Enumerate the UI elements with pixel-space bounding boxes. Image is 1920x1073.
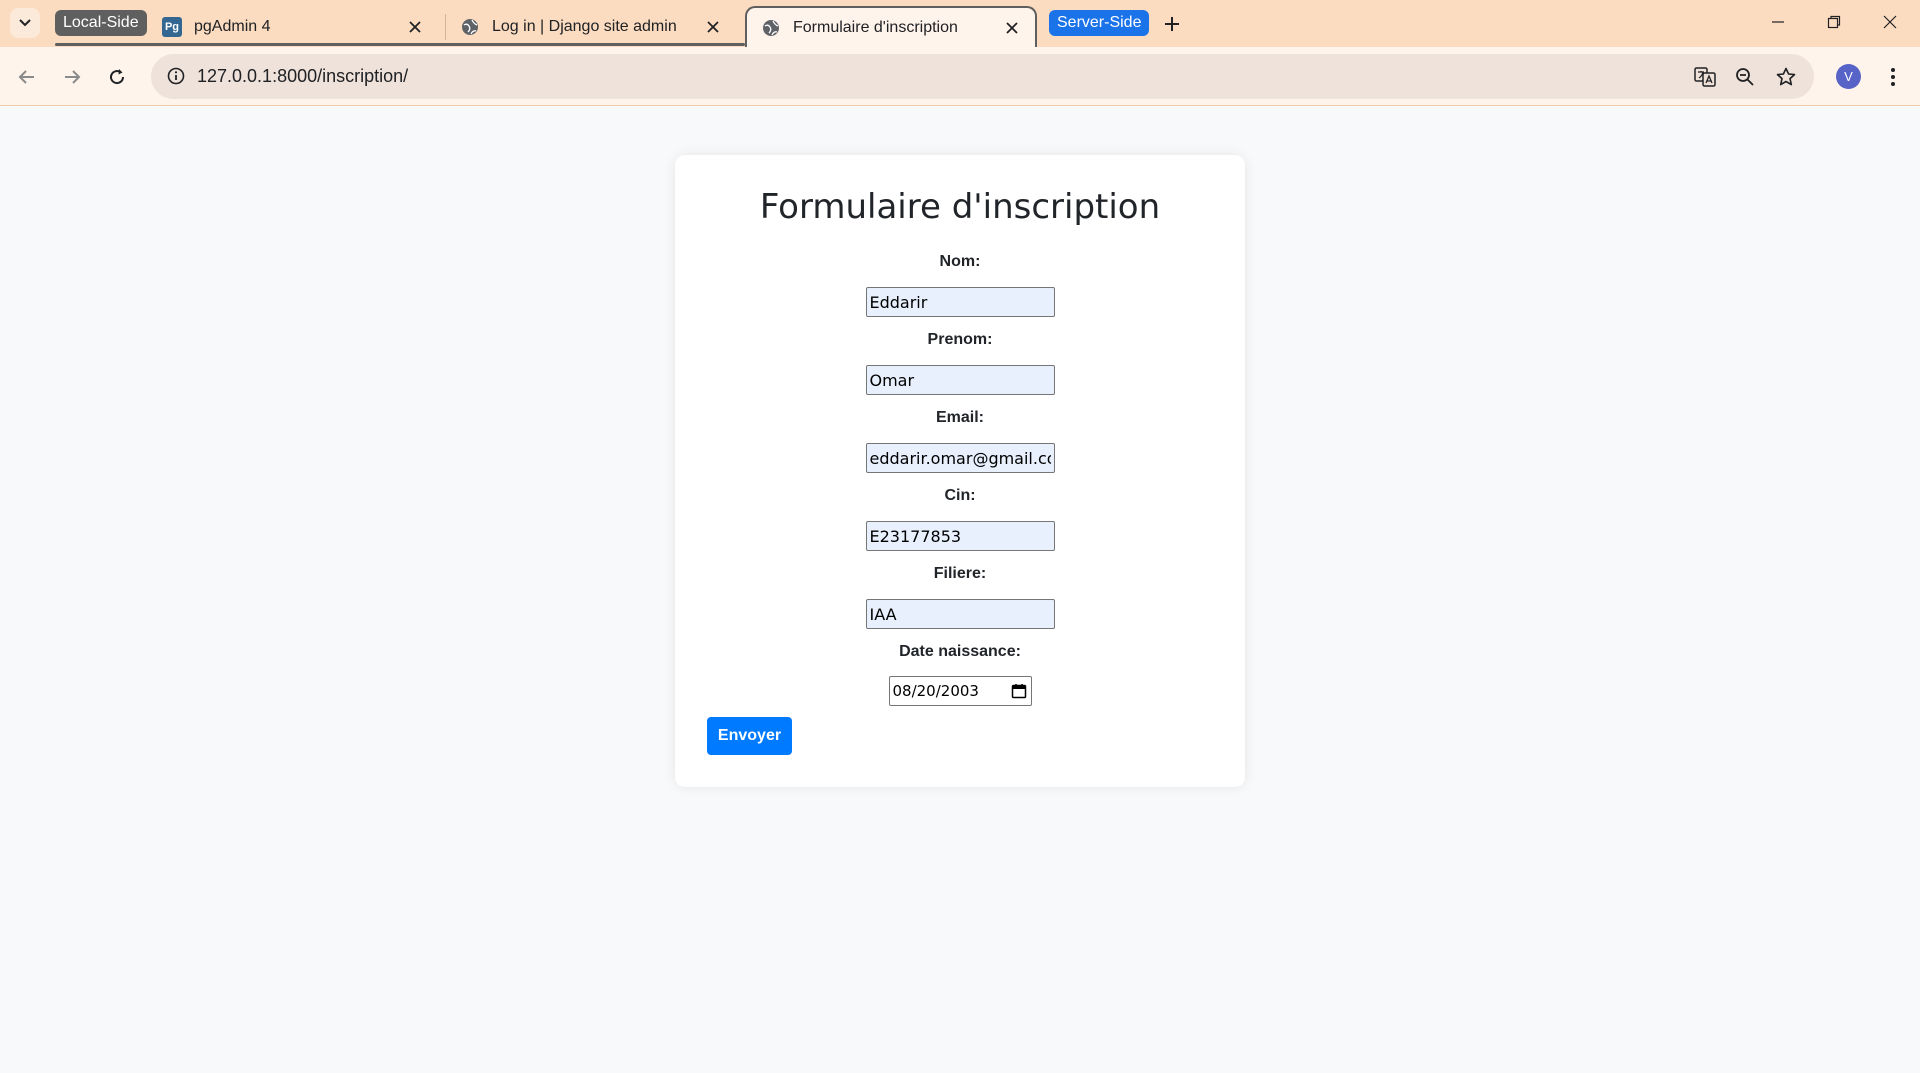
- browser-menu-button[interactable]: [1878, 60, 1908, 94]
- forward-button[interactable]: [55, 60, 89, 94]
- nom-input[interactable]: [865, 287, 1055, 317]
- field-email: Email:: [675, 408, 1245, 473]
- close-window-button[interactable]: [1862, 0, 1918, 44]
- cin-input[interactable]: [865, 521, 1055, 551]
- date-value: 08/20/2003: [892, 682, 979, 700]
- restore-icon: [1827, 15, 1841, 29]
- tab-search-button[interactable]: [10, 8, 40, 38]
- tab-formulaire-inscription[interactable]: Formulaire d'inscription: [745, 6, 1037, 47]
- tab-pgadmin[interactable]: Pg pgAdmin 4: [148, 6, 438, 47]
- url-text: 127.0.0.1:8000/inscription/: [197, 66, 409, 86]
- globe-icon: [460, 17, 480, 37]
- close-icon[interactable]: [702, 16, 724, 38]
- tab-django-admin[interactable]: Log in | Django site admin: [446, 6, 736, 47]
- calendar-icon[interactable]: [1011, 683, 1027, 699]
- close-icon[interactable]: [404, 16, 426, 38]
- close-icon[interactable]: [1001, 17, 1023, 39]
- nom-label: Nom:: [939, 253, 981, 270]
- registration-card: Formulaire d'inscription Nom: Prenom: Em…: [675, 155, 1245, 787]
- minimize-icon: [1772, 21, 1784, 23]
- tab-title: Formulaire d'inscription: [793, 18, 958, 36]
- pgadmin-icon: Pg: [162, 16, 182, 37]
- tab-title: pgAdmin 4: [194, 17, 271, 35]
- browser-toolbar: 127.0.0.1:8000/inscription/ V: [0, 47, 1920, 106]
- arrow-left-icon: [18, 70, 34, 84]
- date-naissance-input[interactable]: 08/20/2003: [888, 676, 1032, 706]
- new-tab-button[interactable]: [1158, 10, 1186, 38]
- more-vertical-icon: [1891, 68, 1895, 86]
- tab-strip: Local-Side Pg pgAdmin 4 Log in | Django …: [0, 0, 1920, 47]
- field-nom: Nom:: [675, 252, 1245, 317]
- globe-icon: [761, 18, 781, 38]
- page-title: Formulaire d'inscription: [759, 187, 1161, 227]
- reload-button[interactable]: [100, 60, 134, 94]
- restore-button[interactable]: [1806, 0, 1862, 44]
- envoyer-button[interactable]: Envoyer: [707, 717, 792, 755]
- tab-title: Log in | Django site admin: [492, 17, 677, 35]
- prenom-label: Prenom:: [927, 331, 993, 348]
- email-input[interactable]: [865, 443, 1055, 473]
- email-label: Email:: [935, 409, 984, 426]
- reload-icon: [110, 69, 125, 85]
- tab-group-server-side[interactable]: Server-Side: [1049, 10, 1150, 36]
- field-cin: Cin:: [675, 486, 1245, 551]
- tab-group-local-side[interactable]: Local-Side: [55, 10, 147, 36]
- date-naissance-label: Date naissance:: [899, 643, 1021, 660]
- close-icon: [1883, 15, 1897, 29]
- field-date-naissance: Date naissance: 08/20/2003: [675, 642, 1245, 706]
- address-bar[interactable]: 127.0.0.1:8000/inscription/: [151, 54, 1814, 99]
- minimize-button[interactable]: [1750, 0, 1806, 44]
- bookmark-star-icon[interactable]: [1771, 62, 1801, 92]
- zoom-icon[interactable]: [1730, 62, 1760, 92]
- field-prenom: Prenom:: [675, 330, 1245, 395]
- field-filiere: Filiere:: [675, 564, 1245, 629]
- filiere-label: Filiere:: [933, 565, 987, 582]
- plus-icon: [1165, 17, 1179, 31]
- cin-label: Cin:: [944, 487, 976, 504]
- filiere-input[interactable]: [865, 599, 1055, 629]
- back-button[interactable]: [10, 60, 44, 94]
- site-info-icon[interactable]: [161, 61, 191, 91]
- profile-avatar[interactable]: V: [1836, 64, 1861, 89]
- arrow-right-icon: [65, 70, 81, 84]
- translate-icon[interactable]: [1690, 62, 1720, 92]
- chevron-down-icon: [19, 19, 31, 27]
- prenom-input[interactable]: [865, 365, 1055, 395]
